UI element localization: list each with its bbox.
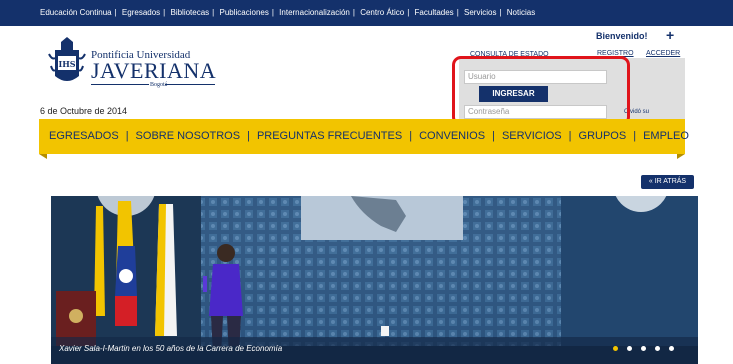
carousel-dot[interactable] xyxy=(669,346,674,351)
carousel-pagination xyxy=(613,346,674,351)
top-link-egresados[interactable]: Egresados xyxy=(122,8,160,17)
menu-fold-left xyxy=(39,154,47,159)
menu-item-convenios[interactable]: CONVENIOS xyxy=(419,130,485,142)
menu-separator: | xyxy=(409,130,413,142)
carousel-dot[interactable] xyxy=(655,346,660,351)
plus-icon[interactable]: + xyxy=(666,27,674,43)
menu-fold-right xyxy=(677,154,685,159)
back-button[interactable]: « IR ATRÁS xyxy=(641,175,694,189)
slide-caption: Xavier Sala-I-Martin en los 50 años de l… xyxy=(59,344,283,353)
current-date: 6 de Octubre de 2014 xyxy=(40,106,128,116)
logo-line-2: JAVERIANA xyxy=(91,58,217,83)
logo-rule-left xyxy=(91,84,149,85)
logo-city: Bogotá xyxy=(150,82,168,88)
acceder-link[interactable]: ACCEDER xyxy=(646,50,680,57)
menu-separator: | xyxy=(247,130,250,142)
crest-letters: IHS xyxy=(58,59,75,69)
separator: | xyxy=(163,8,166,17)
carousel-dot[interactable] xyxy=(613,346,618,351)
separator: | xyxy=(212,8,215,17)
top-links: Educación Continua | Egresados | Bibliotec… xyxy=(40,8,535,17)
menu-item-grupos[interactable]: GRUPOS xyxy=(579,130,627,142)
top-link-internacionalizacion[interactable]: Internacionalización xyxy=(279,8,350,17)
top-link-bibliotecas[interactable]: Bibliotecas xyxy=(170,8,209,17)
top-link-publicaciones[interactable]: Publicaciones xyxy=(219,8,268,17)
separator: | xyxy=(114,8,117,17)
menu-item-preguntas-frecuentes[interactable]: PREGUNTAS FRECUENTES xyxy=(257,130,402,142)
menu-separator: | xyxy=(125,130,129,142)
top-link-educacion-continua[interactable]: Educación Continua xyxy=(40,8,112,17)
menu-separator: | xyxy=(568,130,572,142)
menu-item-empleo[interactable]: EMPLEO xyxy=(643,130,689,142)
crest-icon: IHS xyxy=(48,37,86,81)
main-menu: EGRESADOS | SOBRE NOSOTROS | PREGUNTAS FRE… xyxy=(49,130,689,142)
separator: | xyxy=(407,8,410,17)
separator: | xyxy=(499,8,502,17)
menu-item-sobre-nosotros[interactable]: SOBRE NOSOTROS xyxy=(136,130,241,142)
logo-rule-right xyxy=(165,84,215,85)
top-link-servicios[interactable]: Servicios xyxy=(464,8,496,17)
menu-item-servicios[interactable]: SERVICIOS xyxy=(502,130,562,142)
menu-item-egresados[interactable]: EGRESADOS xyxy=(49,130,119,142)
menu-separator: | xyxy=(492,130,495,142)
university-logo[interactable]: IHS Pontificia Universidad JAVERIANA Bog… xyxy=(47,36,217,90)
top-link-noticias[interactable]: Noticias xyxy=(507,8,535,17)
top-link-centro-atico[interactable]: Centro Ático xyxy=(360,8,404,17)
welcome-text: Bienvenido! xyxy=(596,31,648,41)
menu-separator: | xyxy=(633,130,637,142)
separator: | xyxy=(352,8,355,17)
carousel-dot[interactable] xyxy=(641,346,646,351)
highlight-annotation xyxy=(452,56,630,126)
separator: | xyxy=(271,8,274,17)
separator: | xyxy=(456,8,459,17)
carousel-dot[interactable] xyxy=(627,346,632,351)
top-link-facultades[interactable]: Facultades xyxy=(415,8,454,17)
